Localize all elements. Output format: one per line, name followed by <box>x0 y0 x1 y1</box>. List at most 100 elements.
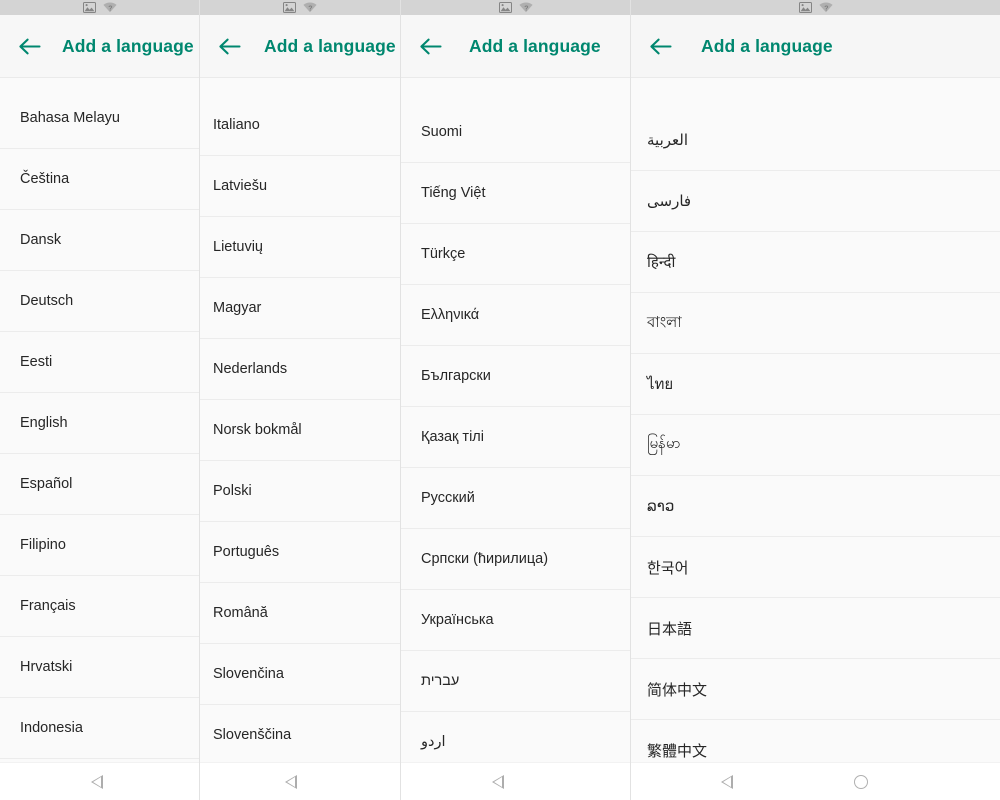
list-item[interactable]: မြန်မာ <box>631 415 1000 476</box>
list-item[interactable]: Čeština <box>0 149 199 210</box>
image-icon <box>799 2 812 13</box>
back-triangle-icon[interactable] <box>478 763 518 800</box>
back-arrow-icon[interactable] <box>212 29 246 63</box>
home-circle-icon-glyph <box>854 775 868 789</box>
back-triangle-icon-glyph <box>91 775 103 789</box>
list-item-label: Português <box>213 544 279 560</box>
list-item[interactable]: اردو <box>401 712 630 762</box>
language-list[interactable]: Bahasa Melayu Čeština Dansk Deutsch EestiEng… <box>0 78 199 762</box>
list-item[interactable]: Indonesia <box>0 698 199 759</box>
list-item-label: Polski <box>213 483 252 499</box>
list-item-label: Dansk <box>20 232 61 248</box>
language-list[interactable]: SuomiTiếng ViệtTürkçe Ελληνικά БългарскиҚа… <box>401 78 630 762</box>
list-item-label: 简体中文 <box>647 679 707 700</box>
image-icon <box>283 2 296 13</box>
back-triangle-icon[interactable] <box>707 763 747 800</box>
list-item[interactable]: Italiano <box>200 95 400 156</box>
list-item-label: Español <box>20 476 72 492</box>
list-item[interactable]: Norsk bokmål <box>200 400 400 461</box>
home-circle-icon[interactable] <box>841 763 881 800</box>
list-item[interactable]: Српски (ћирилица) <box>401 529 630 590</box>
list-item-label: Magyar <box>213 300 261 316</box>
list-item[interactable]: Filipino <box>0 515 199 576</box>
list-item[interactable]: हिन्दी <box>631 232 1000 293</box>
wifi-question-icon: ? <box>519 2 533 13</box>
app-bar: Add a language <box>0 15 199 78</box>
list-item[interactable]: বাংলা <box>631 293 1000 354</box>
status-bar-icons: ? <box>799 2 833 13</box>
list-item-label: فارسی <box>647 192 691 210</box>
language-list[interactable]: العربية فارسی हिन्दीবাংলাไทยမြန်မာລາວ한국어日本… <box>631 78 1000 762</box>
list-item-label: Русский <box>421 490 475 506</box>
back-arrow-icon[interactable] <box>413 29 447 63</box>
multi-panel-screenshot: ? Add a language Bahasa Melayu Čeština Dansk… <box>0 0 1000 800</box>
list-item[interactable]: 한국어 <box>631 537 1000 598</box>
list-item[interactable]: Български <box>401 346 630 407</box>
status-bar-icons: ? <box>499 2 533 13</box>
list-item[interactable]: 日本語 <box>631 598 1000 659</box>
list-item-label: Hrvatski <box>20 659 72 675</box>
list-item[interactable]: Tiếng Việt <box>401 163 630 224</box>
list-item-label: Indonesia <box>20 720 83 736</box>
list-item-label: Українська <box>421 612 494 628</box>
list-item[interactable]: עברית <box>401 651 630 712</box>
list-item[interactable]: Slovenčina <box>200 644 400 705</box>
list-item[interactable]: 简体中文 <box>631 659 1000 720</box>
list-item-label: Ελληνικά <box>421 307 479 323</box>
page-title: Add a language <box>62 36 194 57</box>
back-triangle-icon[interactable] <box>271 763 311 800</box>
list-item-label: Čeština <box>20 171 69 187</box>
list-item[interactable]: Latviešu <box>200 156 400 217</box>
list-item[interactable]: Hrvatski <box>0 637 199 698</box>
system-navigation-bar <box>631 762 1000 800</box>
status-bar: ? <box>631 0 1000 15</box>
list-item[interactable]: Ελληνικά <box>401 285 630 346</box>
list-item[interactable]: Español <box>0 454 199 515</box>
list-item[interactable]: Русский <box>401 468 630 529</box>
list-item[interactable]: ไทย <box>631 354 1000 415</box>
list-item[interactable]: Suomi <box>401 102 630 163</box>
language-list[interactable]: Italiano Latviešu Lietuvių Magyar Nederlands… <box>200 78 400 762</box>
list-item-label: Română <box>213 605 268 621</box>
image-icon <box>83 2 96 13</box>
list-item[interactable]: Bahasa Melayu <box>0 88 199 149</box>
list-item[interactable]: Slovenščina <box>200 705 400 762</box>
list-item[interactable]: Türkçe <box>401 224 630 285</box>
list-item[interactable]: فارسی <box>631 171 1000 232</box>
list-item[interactable]: Français <box>0 576 199 637</box>
list-top-spacer <box>0 78 199 88</box>
list-item[interactable]: Polski <box>200 461 400 522</box>
list-item[interactable]: Українська <box>401 590 630 651</box>
list-item[interactable]: العربية <box>631 110 1000 171</box>
svg-text:?: ? <box>524 5 528 12</box>
back-triangle-icon[interactable] <box>77 763 117 800</box>
system-navigation-bar <box>401 762 630 800</box>
page-title: Add a language <box>469 36 601 57</box>
list-item-label: 繁體中文 <box>647 740 707 761</box>
list-item[interactable]: Eesti <box>0 332 199 393</box>
svg-text:?: ? <box>308 5 312 12</box>
list-item-label: Latviešu <box>213 178 267 194</box>
back-arrow-icon[interactable] <box>643 29 677 63</box>
list-item-label: Slovenščina <box>213 727 291 743</box>
list-item[interactable]: Magyar <box>200 278 400 339</box>
list-item[interactable]: Deutsch <box>0 271 199 332</box>
list-item[interactable]: Nederlands <box>200 339 400 400</box>
list-item[interactable]: Қазақ тілі <box>401 407 630 468</box>
list-item[interactable]: Dansk <box>0 210 199 271</box>
svg-text:?: ? <box>824 5 828 12</box>
list-item-label: Lietuvių <box>213 239 263 255</box>
wifi-question-icon: ? <box>103 2 117 13</box>
list-item[interactable]: Português <box>200 522 400 583</box>
svg-text:?: ? <box>108 5 112 12</box>
image-icon <box>499 2 512 13</box>
list-item[interactable]: Lietuvių <box>200 217 400 278</box>
list-item-label: עברית <box>421 673 459 689</box>
list-item[interactable]: English <box>0 393 199 454</box>
list-item[interactable]: Română <box>200 583 400 644</box>
panel-1: ? Add a language Bahasa Melayu Čeština Dansk… <box>0 0 200 800</box>
back-arrow-icon[interactable] <box>12 29 46 63</box>
list-item[interactable]: ລາວ <box>631 476 1000 537</box>
list-item-label: Deutsch <box>20 293 73 309</box>
list-item[interactable]: 繁體中文 <box>631 720 1000 762</box>
